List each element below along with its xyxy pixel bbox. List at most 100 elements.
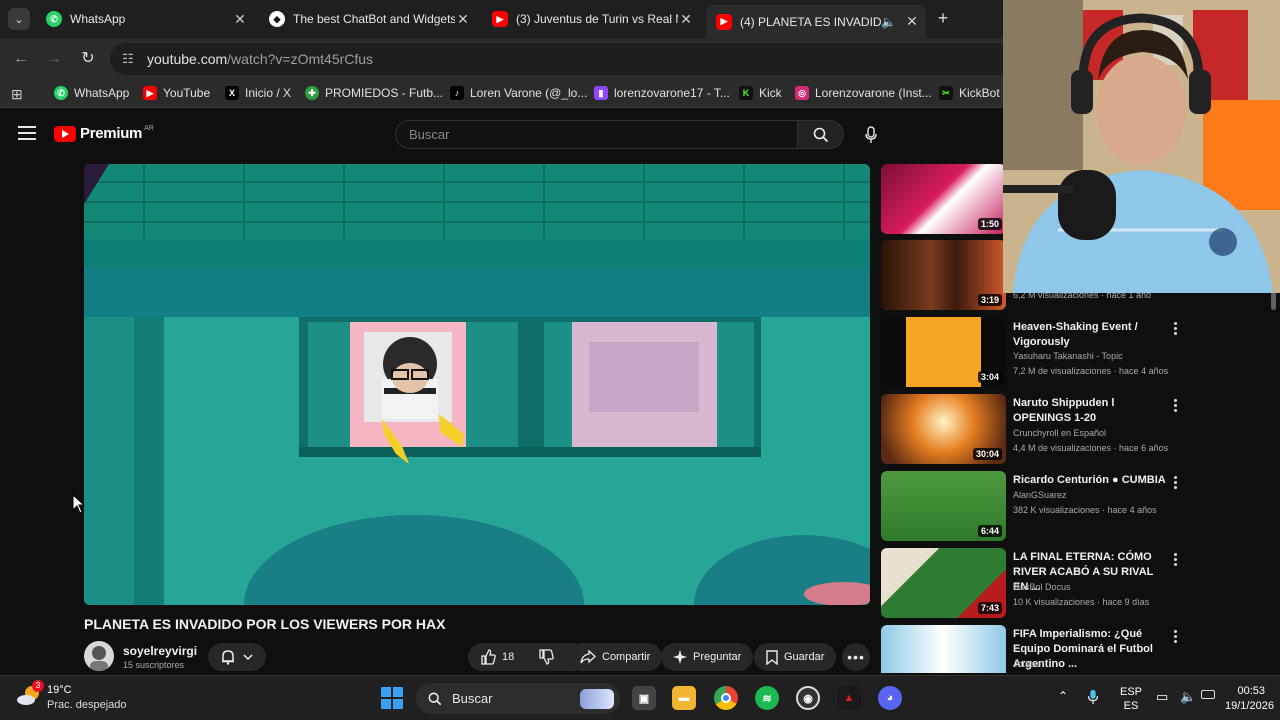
site-settings-icon[interactable]: ☷: [122, 51, 134, 67]
url-text[interactable]: youtube.com/watch?v=zOmt45rCfus: [147, 51, 373, 67]
channel-name[interactable]: GusBol Docus: [1013, 582, 1071, 592]
video-title: PLANETA ES INVADIDO POR LOS VIEWERS POR …: [84, 616, 446, 632]
app-logo-icon[interactable]: ▲: [837, 686, 861, 710]
video-thumbnail[interactable]: 3:04: [881, 317, 1006, 387]
recommendation-item[interactable]: 6:44 Ricardo Centurión ● CUMBIA AlanGSua…: [881, 471, 1261, 543]
start-button[interactable]: [379, 685, 405, 711]
tab-title: The best ChatBot and Widgets: [293, 12, 455, 26]
notifications-button[interactable]: [208, 643, 266, 671]
bookmark-x[interactable]: X Inicio / X: [225, 86, 291, 100]
tab-planeta-video[interactable]: ▶ (4) PLANETA ES INVADIDO 🔈 ✕: [706, 5, 926, 38]
tab-search-button[interactable]: ⌄: [8, 8, 30, 30]
battery-icon[interactable]: [1201, 690, 1215, 699]
bookmark-twitch[interactable]: ▮ lorenzovarone17 - T...: [594, 86, 730, 100]
recommendation-item[interactable]: FIFA Imperialismo: ¿Qué Equipo Dominará …: [881, 625, 1261, 673]
search-box: [395, 120, 798, 149]
bookmark-whatsapp[interactable]: ✆ WhatsApp: [54, 86, 129, 100]
apps-grid-icon[interactable]: ⊞: [11, 86, 23, 103]
subscriber-count: 15 suscriptores: [123, 660, 185, 670]
video-thumbnail[interactable]: [881, 625, 1006, 673]
back-icon[interactable]: ←: [10, 48, 32, 70]
close-tab-icon[interactable]: ✕: [678, 11, 694, 28]
video-title[interactable]: Heaven-Shaking Event / Vigorously: [1013, 320, 1168, 350]
recommendation-item[interactable]: 30:04 Naruto Shippuden l OPENINGS 1-20 C…: [881, 394, 1261, 466]
obs-icon[interactable]: ◉: [796, 686, 820, 710]
more-vertical-icon[interactable]: [1171, 553, 1179, 566]
video-thumbnail[interactable]: 7:43: [881, 548, 1006, 618]
search-input[interactable]: [396, 121, 797, 148]
youtube-premium-logo[interactable]: Premium AR: [54, 125, 154, 142]
more-actions-button[interactable]: •••: [842, 643, 870, 671]
save-button[interactable]: Guardar: [754, 643, 837, 671]
channel-name[interactable]: Crunchyroll en Español: [1013, 428, 1106, 438]
sparkle-icon: [673, 650, 687, 664]
channel-avatar[interactable]: [84, 641, 114, 671]
search-button[interactable]: [797, 120, 844, 149]
channel-name[interactable]: soyelreyvirgi: [123, 644, 197, 658]
more-vertical-icon[interactable]: [1171, 630, 1179, 643]
microphone-tray-icon[interactable]: [1087, 689, 1099, 708]
video-title[interactable]: Ricardo Centurión ● CUMBIA: [1013, 473, 1168, 488]
recommendation-item[interactable]: 3:04 Heaven-Shaking Event / Vigorously Y…: [881, 317, 1261, 389]
file-explorer-icon[interactable]: ▬: [672, 686, 696, 710]
bookmark-promiedos[interactable]: ✚ PROMIEDOS - Futb...: [305, 86, 443, 100]
volume-icon[interactable]: 🔈: [1180, 689, 1196, 705]
close-tab-icon[interactable]: ✕: [455, 11, 471, 28]
thumbs-up-icon: [481, 649, 496, 665]
new-tab-button[interactable]: +: [932, 8, 954, 30]
language-indicator[interactable]: ESP ES: [1120, 685, 1142, 713]
discord-icon[interactable]: ◕: [878, 686, 902, 710]
ask-button[interactable]: Preguntar: [661, 643, 754, 671]
recommendation-item[interactable]: 7:43 LA FINAL ETERNA: CÓMO RIVER ACABÓ A…: [881, 548, 1261, 620]
webcam-image: [1003, 0, 1280, 293]
tab-audio-icon[interactable]: 🔈: [881, 15, 896, 29]
video-thumbnail[interactable]: 3:19: [881, 240, 1006, 310]
bell-icon: [222, 650, 234, 665]
chevron-up-icon[interactable]: ⌃: [1058, 689, 1068, 703]
weather-widget[interactable]: 3: [16, 680, 44, 707]
channel-name[interactable]: Yasuharu Takanashi - Topic: [1013, 351, 1123, 361]
reload-icon[interactable]: ↻: [77, 48, 99, 70]
tab-juventus-video[interactable]: ▶ (3) Juventus de Turin vs Real M ✕: [482, 5, 700, 33]
video-player[interactable]: [84, 164, 870, 605]
windows-logo-icon: [381, 687, 403, 709]
video-thumbnail[interactable]: 6:44: [881, 471, 1006, 541]
url-host: youtube.com: [147, 51, 228, 67]
bookmark-kickbot[interactable]: ✂ KickBot: [939, 86, 1000, 100]
network-icon[interactable]: ▭: [1156, 689, 1168, 705]
dislike-button[interactable]: [526, 643, 570, 671]
video-thumbnail[interactable]: 30:04: [881, 394, 1006, 464]
tab-streamelements[interactable]: ◆ The best ChatBot and Widgets ✕: [259, 5, 477, 33]
bookmark-label: Kick: [759, 86, 782, 100]
close-tab-icon[interactable]: ✕: [232, 11, 248, 28]
video-meta: 7,2 M de visualizaciones · hace 4 años: [1013, 366, 1169, 376]
bookmark-tiktok[interactable]: ♪ Loren Varone (@_lo...: [450, 86, 587, 100]
more-vertical-icon[interactable]: [1171, 476, 1179, 489]
bookmark-youtube[interactable]: ▶ YouTube: [143, 86, 210, 100]
bookmark-kick[interactable]: K Kick: [739, 86, 782, 100]
video-duration: 6:44: [977, 525, 1002, 537]
voice-search-button[interactable]: [861, 125, 881, 145]
weather-badge: 3: [32, 680, 44, 692]
address-bar[interactable]: ☷ youtube.com/watch?v=zOmt45rCfus: [110, 43, 1003, 75]
share-button[interactable]: Compartir: [568, 643, 663, 671]
bookmark-instagram[interactable]: ◎ Lorenzovarone (Inst...: [795, 86, 932, 100]
task-view-icon[interactable]: ▣: [632, 686, 656, 710]
more-vertical-icon[interactable]: [1171, 399, 1179, 412]
bookmark-label: lorenzovarone17 - T...: [614, 86, 730, 100]
whatsapp-icon: ✆: [46, 11, 62, 27]
menu-icon[interactable]: [18, 126, 36, 144]
taskbar-search[interactable]: Buscar: [416, 683, 620, 714]
close-tab-icon[interactable]: ✕: [904, 13, 920, 30]
search-highlight-image: [580, 688, 614, 709]
tab-whatsapp[interactable]: ✆ WhatsApp ✕: [36, 5, 254, 33]
video-thumbnail[interactable]: 1:50: [881, 164, 1006, 234]
more-vertical-icon[interactable]: [1171, 322, 1179, 335]
forward-icon[interactable]: →: [43, 48, 65, 70]
spotify-icon[interactable]: ≋: [755, 686, 779, 710]
channel-name[interactable]: Jotabe: [1013, 659, 1040, 669]
video-title[interactable]: Naruto Shippuden l OPENINGS 1-20: [1013, 396, 1168, 426]
clock[interactable]: 00:53 19/1/2026: [1225, 684, 1274, 714]
channel-name[interactable]: AlanGSuarez: [1013, 490, 1067, 500]
chrome-icon[interactable]: [714, 686, 738, 710]
